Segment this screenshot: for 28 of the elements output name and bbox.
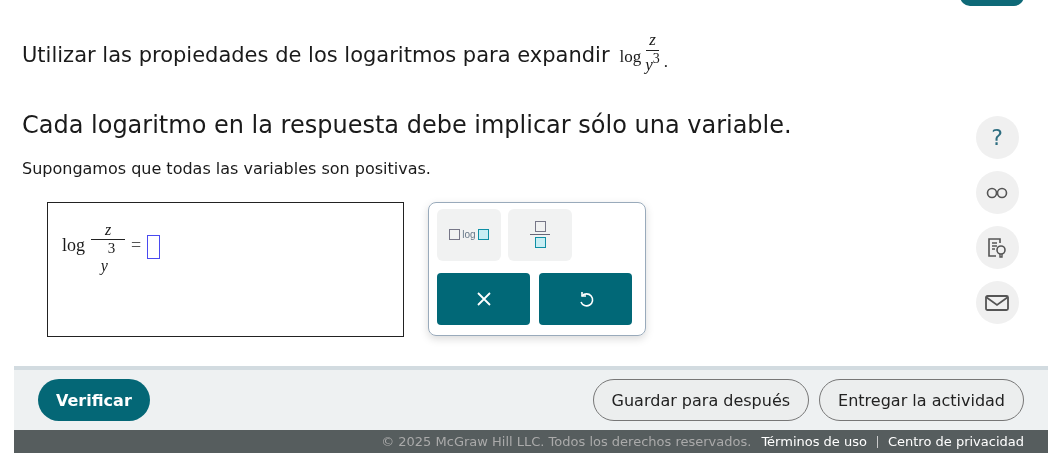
equals-sign: = [131,234,142,256]
question-text: Utilizar las propiedades de los logaritmos para expandir [22,43,610,67]
answer-slot[interactable] [147,234,161,259]
mail-button[interactable] [975,281,1019,324]
note-text: Supongamos que todas las variables son positivas. [22,158,432,178]
answer-box[interactable]: log z 3 y = [47,201,404,337]
log-expression: log z y$^{3}$ . [619,30,669,75]
copyright-text: © 2025 McGraw Hill LLC. Todos los derechos reservados. [381,434,752,449]
undo-button[interactable] [539,272,632,325]
hint-button[interactable] [975,226,1019,269]
glasses-icon [986,186,1008,199]
instruction-text: Cada logaritmo en la respuesta debe implicar sólo una variable. [22,110,793,139]
close-icon [475,290,492,307]
footer-link[interactable]: Términos de uso [761,434,867,449]
envelope-icon [985,294,1009,311]
document-bulb-icon [987,236,1007,259]
clear-button[interactable] [437,272,530,325]
action-button[interactable]: Guardar para después [592,379,810,421]
fraction: z 3 y [91,220,125,275]
log-template-button[interactable]: log [437,208,501,261]
fraction-template-button[interactable] [508,208,572,261]
undo-icon [577,289,594,308]
log-label: log [62,234,85,256]
check-button[interactable]: Verificar [38,379,150,421]
footer-link[interactable]: Centro de privacidad [887,434,1024,449]
help-button[interactable]: ? [975,116,1019,159]
action-button[interactable]: Entregar la actividad [819,379,1024,421]
glasses-button[interactable] [975,171,1019,214]
